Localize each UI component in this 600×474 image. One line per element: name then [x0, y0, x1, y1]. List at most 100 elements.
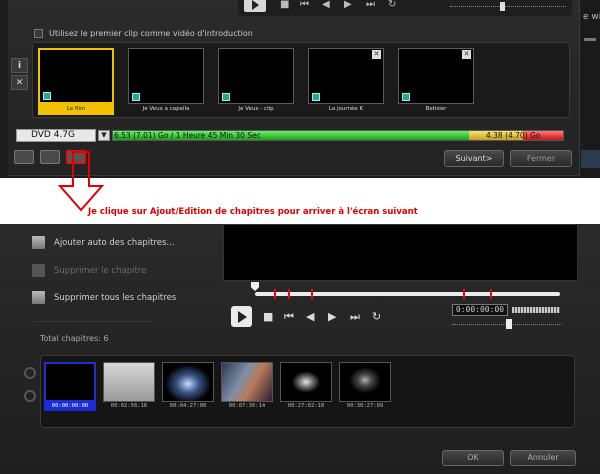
skip-end-icon[interactable]: ⏭ — [366, 0, 375, 10]
redo-icon[interactable] — [24, 390, 36, 402]
chapter-badge-icon — [312, 93, 320, 101]
step-back-icon[interactable]: ◀ — [322, 0, 330, 10]
timeline-playhead[interactable] — [251, 282, 259, 291]
delete-all-chapters-button[interactable]: Supprimer tous les chapitres — [32, 291, 176, 304]
clip-item[interactable]: Je Veux a capella — [128, 48, 204, 116]
usage-text: 6.53 (7.01) Go / 1 Heure 45 Min 30 Sec — [114, 131, 261, 140]
clip-thumbnail: ✕ — [308, 48, 384, 104]
volume-slider[interactable] — [512, 307, 560, 313]
capacity-text: 4.38 (4.70) Go — [486, 131, 541, 140]
clip-item[interactable]: Je Veux - clip — [218, 48, 294, 116]
chapter-badge-icon — [132, 93, 140, 101]
chevron-down-icon[interactable]: ▼ — [98, 130, 110, 141]
background-window-control — [584, 38, 596, 41]
delete-chapter-icon — [32, 264, 45, 277]
chapter-marker[interactable] — [274, 289, 276, 299]
clip-side-tools: i ✕ — [11, 58, 30, 90]
total-chapters: Total chapitres: 6 — [40, 334, 109, 343]
chapter-item[interactable]: 00:07:30:14 — [221, 362, 273, 414]
chapter-badge-icon — [402, 93, 410, 101]
chapter-editor-panel: Ajouter auto des chapitres... Supprimer … — [0, 224, 600, 474]
chapter-marker[interactable] — [288, 289, 290, 299]
menu-settings-icon[interactable] — [14, 150, 34, 164]
timecode-field[interactable]: 0:00:00:00 — [452, 304, 508, 316]
timeline-bar[interactable] — [255, 292, 560, 296]
step-back-icon[interactable]: ◀ — [306, 311, 314, 322]
chapter-thumbnail — [103, 362, 155, 402]
clip-thumbnail — [38, 48, 114, 104]
step-forward-icon[interactable]: ▶ — [328, 311, 336, 322]
skip-end-icon[interactable]: ⏭ — [350, 311, 360, 322]
auto-add-chapters-icon — [32, 236, 45, 249]
zoom-ruler-thumb[interactable] — [506, 319, 512, 329]
chapter-marker[interactable] — [463, 289, 465, 299]
background-window-segment — [581, 150, 600, 168]
chapter-thumbnail — [44, 362, 96, 402]
intro-clip-checkbox[interactable] — [34, 29, 43, 38]
annotation-arrow-icon — [58, 151, 105, 212]
chapter-thumbnail — [280, 362, 332, 402]
repeat-icon[interactable]: ↻ — [372, 311, 381, 322]
stop-icon[interactable]: ■ — [263, 311, 273, 322]
remove-clip-icon[interactable]: ✕ — [462, 50, 471, 59]
clip-item[interactable]: ✕ Betisier — [398, 48, 474, 116]
step-forward-icon[interactable]: ▶ — [344, 0, 352, 10]
skip-start-icon[interactable]: ⏮ — [284, 311, 294, 322]
repeat-icon[interactable]: ↻ — [388, 0, 396, 10]
chapter-marker[interactable] — [311, 289, 313, 299]
chapter-thumbnail — [221, 362, 273, 402]
delete-all-chapters-label: Supprimer tous les chapitres — [54, 292, 177, 303]
stop-icon[interactable]: ■ — [280, 0, 289, 10]
mini-ruler — [450, 6, 566, 10]
play-icon[interactable] — [231, 306, 252, 327]
clip-item[interactable]: Le film — [38, 48, 114, 116]
clip-thumbnail — [128, 48, 204, 104]
delete-all-chapters-icon — [32, 291, 45, 304]
clip-item[interactable]: ✕ La journée K — [308, 48, 384, 116]
annotation-text: Je clique sur Ajout/Edition de chapitres… — [88, 207, 418, 217]
clip-caption: Je Veux a capella — [142, 106, 190, 112]
play-icon[interactable] — [244, 0, 266, 12]
delete-chapter-label: Supprimer le chapitre — [54, 265, 147, 276]
undo-icon[interactable] — [24, 367, 36, 379]
intro-clip-option[interactable]: Utilisez le premier clip comme vidéo d'i… — [34, 29, 253, 38]
delete-clip-icon[interactable]: ✕ — [11, 75, 28, 90]
auto-add-chapters-label: Ajouter auto des chapitres... — [54, 237, 175, 248]
disc-type-select[interactable]: DVD 4.7G — [16, 129, 96, 142]
clip-caption: Betisier — [425, 106, 447, 112]
mini-ruler-thumb[interactable] — [500, 2, 505, 11]
auto-add-chapters-button[interactable]: Ajouter auto des chapitres... — [32, 236, 175, 249]
chapter-badge-icon — [222, 93, 230, 101]
chapter-thumbnail — [162, 362, 214, 402]
chapter-item[interactable]: 00:02:56:16 — [103, 362, 155, 414]
delete-chapter-button[interactable]: Supprimer le chapitre — [32, 264, 146, 277]
chapter-time: 00:04:27:00 — [169, 403, 207, 409]
chapter-item[interactable]: 00:00:00:00 — [44, 362, 96, 414]
ok-button[interactable]: OK — [442, 450, 504, 466]
chapter-thumbnail — [339, 362, 391, 402]
chapter-time: 00:07:30:14 — [228, 403, 266, 409]
clip-thumbnail: ✕ — [398, 48, 474, 104]
background-window-text: e win — [583, 12, 600, 22]
chapter-time: 00:30:27:09 — [346, 403, 384, 409]
cancel-button[interactable]: Annuler — [510, 450, 576, 466]
close-button[interactable]: Fermer — [510, 150, 572, 167]
video-settings-icon[interactable] — [40, 150, 60, 164]
chapter-item[interactable]: 00:30:27:09 — [339, 362, 391, 414]
background-window-edge: e win — [581, 0, 600, 178]
chapter-marker[interactable] — [490, 289, 492, 299]
remove-clip-icon[interactable]: ✕ — [372, 50, 381, 59]
clip-caption: Je Veux - clip — [238, 106, 274, 112]
total-chapters-value: 6 — [103, 334, 109, 343]
chapter-item[interactable]: 00:04:27:00 — [162, 362, 214, 414]
chapter-item[interactable]: 00:27:02:10 — [280, 362, 332, 414]
chapter-time: 00:00:00:00 — [44, 402, 96, 411]
skip-start-icon[interactable]: ⏮ — [300, 0, 309, 10]
info-icon[interactable]: i — [11, 58, 28, 73]
video-preview — [223, 224, 578, 281]
next-button[interactable]: Suivant> — [444, 150, 504, 167]
divider — [34, 321, 154, 322]
chapter-time: 00:02:56:16 — [110, 403, 148, 409]
clip-thumbnail — [218, 48, 294, 104]
chapter-time: 00:27:02:10 — [287, 403, 325, 409]
